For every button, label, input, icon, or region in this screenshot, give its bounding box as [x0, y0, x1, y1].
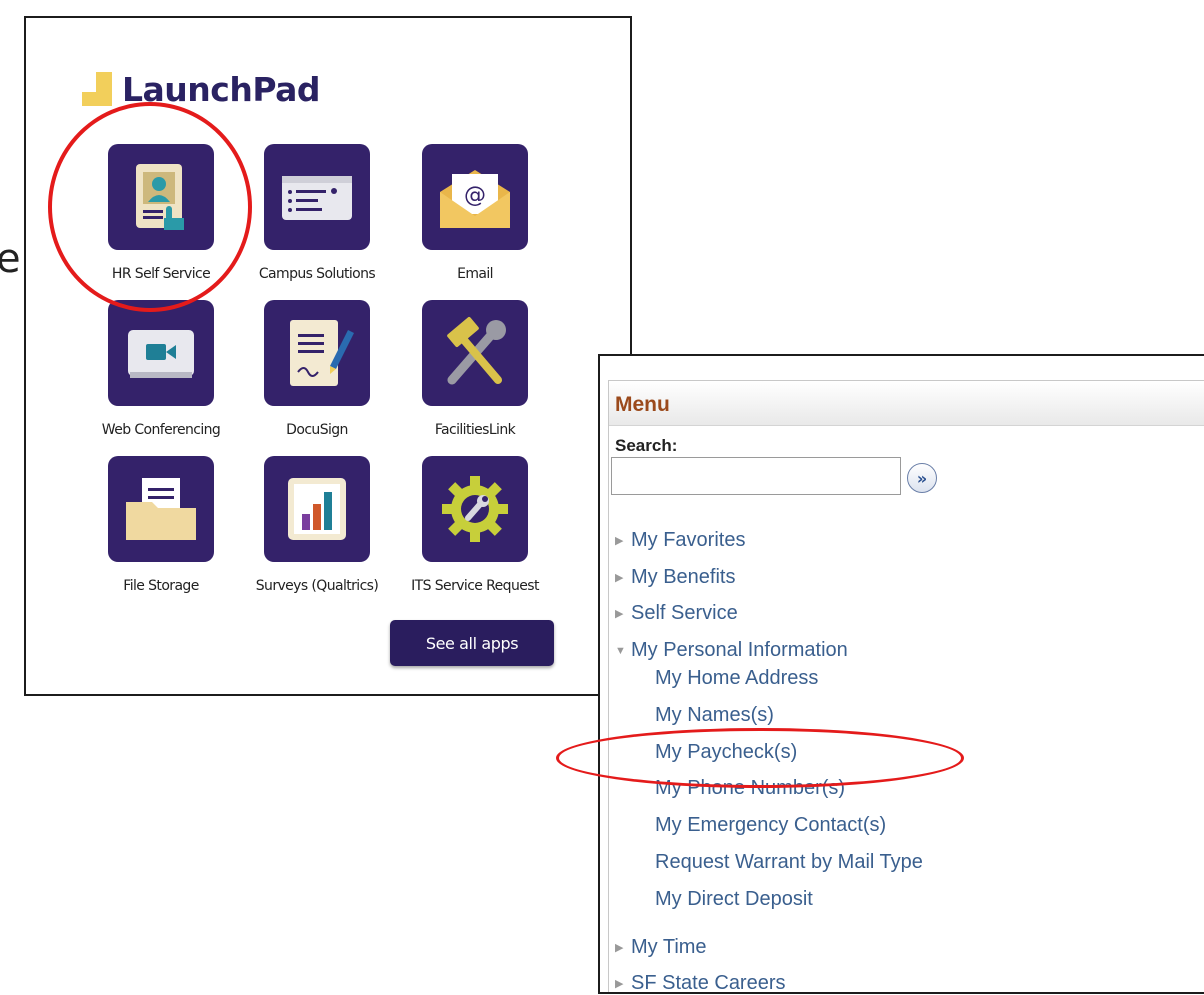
folder-icon: [126, 478, 196, 540]
search-label: Search:: [615, 436, 678, 455]
menu-item-label: My Time: [631, 936, 707, 958]
video-camera-icon: [128, 330, 194, 378]
app-tile-its-service-request[interactable]: [422, 456, 528, 562]
highlight-ellipse-my-phone-number: [556, 728, 964, 788]
menu-item-self-service[interactable]: ▶ Self Service: [615, 602, 738, 625]
submenu-item-my-names[interactable]: My Names(s): [655, 704, 774, 727]
chevron-right-icon: ▶: [615, 572, 624, 584]
app-tile-facilitieslink[interactable]: [422, 300, 528, 406]
app-label: Surveys (Qualtrics): [255, 578, 379, 594]
chevron-right-icon: ▶: [615, 535, 624, 547]
menu-item-label: My Personal Information: [631, 639, 848, 661]
app-label: DocuSign: [286, 422, 348, 438]
submenu-item-my-direct-deposit[interactable]: My Direct Deposit: [655, 888, 813, 911]
app-tile-file-storage[interactable]: [108, 456, 214, 562]
envelope-at-icon: @: [440, 170, 510, 228]
app-label: Campus Solutions: [258, 266, 376, 282]
app-tile-surveys[interactable]: [264, 456, 370, 562]
menu-item-my-time[interactable]: ▶ My Time: [615, 936, 707, 959]
app-label: Web Conferencing: [101, 422, 221, 438]
app-label: Email: [457, 266, 493, 282]
app-label: File Storage: [123, 578, 199, 594]
highlight-circle-hr-self-service: [48, 102, 252, 312]
document-pen-icon: [290, 320, 354, 386]
menu-item-my-benefits[interactable]: ▶ My Benefits: [615, 566, 735, 589]
menu-item-my-favorites[interactable]: ▶ My Favorites: [615, 529, 745, 552]
menu-item-label: Self Service: [631, 602, 738, 624]
page-edge-text: e: [0, 236, 21, 282]
svg-text:@: @: [464, 183, 486, 208]
menu-title: Menu: [615, 393, 670, 416]
submenu-item-my-home-address[interactable]: My Home Address: [655, 667, 818, 690]
see-all-apps-button[interactable]: See all apps: [390, 620, 554, 666]
search-input[interactable]: [611, 457, 901, 495]
form-card-icon: [282, 176, 352, 220]
chevron-right-icon: ▶: [615, 942, 624, 954]
submenu-item-my-emergency-contact[interactable]: My Emergency Contact(s): [655, 814, 886, 837]
menu-item-label: My Benefits: [631, 566, 736, 588]
menu-item-my-personal-information[interactable]: ▼ My Personal Information: [615, 639, 848, 662]
menu-panel: Menu Search: » ▶ My Favorites ▶ My Benef…: [598, 354, 1204, 994]
chevron-down-icon: ▼: [615, 644, 626, 657]
app-tile-campus-solutions[interactable]: [264, 144, 370, 250]
app-tile-docusign[interactable]: [264, 300, 370, 406]
chevron-right-icon: ▶: [615, 608, 624, 620]
gear-wrench-icon: [442, 476, 508, 542]
app-tile-web-conferencing[interactable]: [108, 300, 214, 406]
menu-inner: Menu Search: » ▶ My Favorites ▶ My Benef…: [608, 380, 1204, 994]
hammer-wrench-icon: [447, 317, 506, 385]
launchpad-logo-icon: [82, 72, 112, 106]
bar-chart-icon: [288, 478, 346, 540]
menu-header: Menu: [609, 381, 1204, 426]
app-tile-email[interactable]: @: [422, 144, 528, 250]
menu-item-label: My Favorites: [631, 529, 746, 551]
app-label: ITS Service Request: [411, 578, 539, 594]
submenu-item-request-warrant[interactable]: Request Warrant by Mail Type: [655, 851, 923, 874]
app-label: FacilitiesLink: [434, 422, 516, 438]
search-go-button[interactable]: »: [907, 463, 937, 493]
